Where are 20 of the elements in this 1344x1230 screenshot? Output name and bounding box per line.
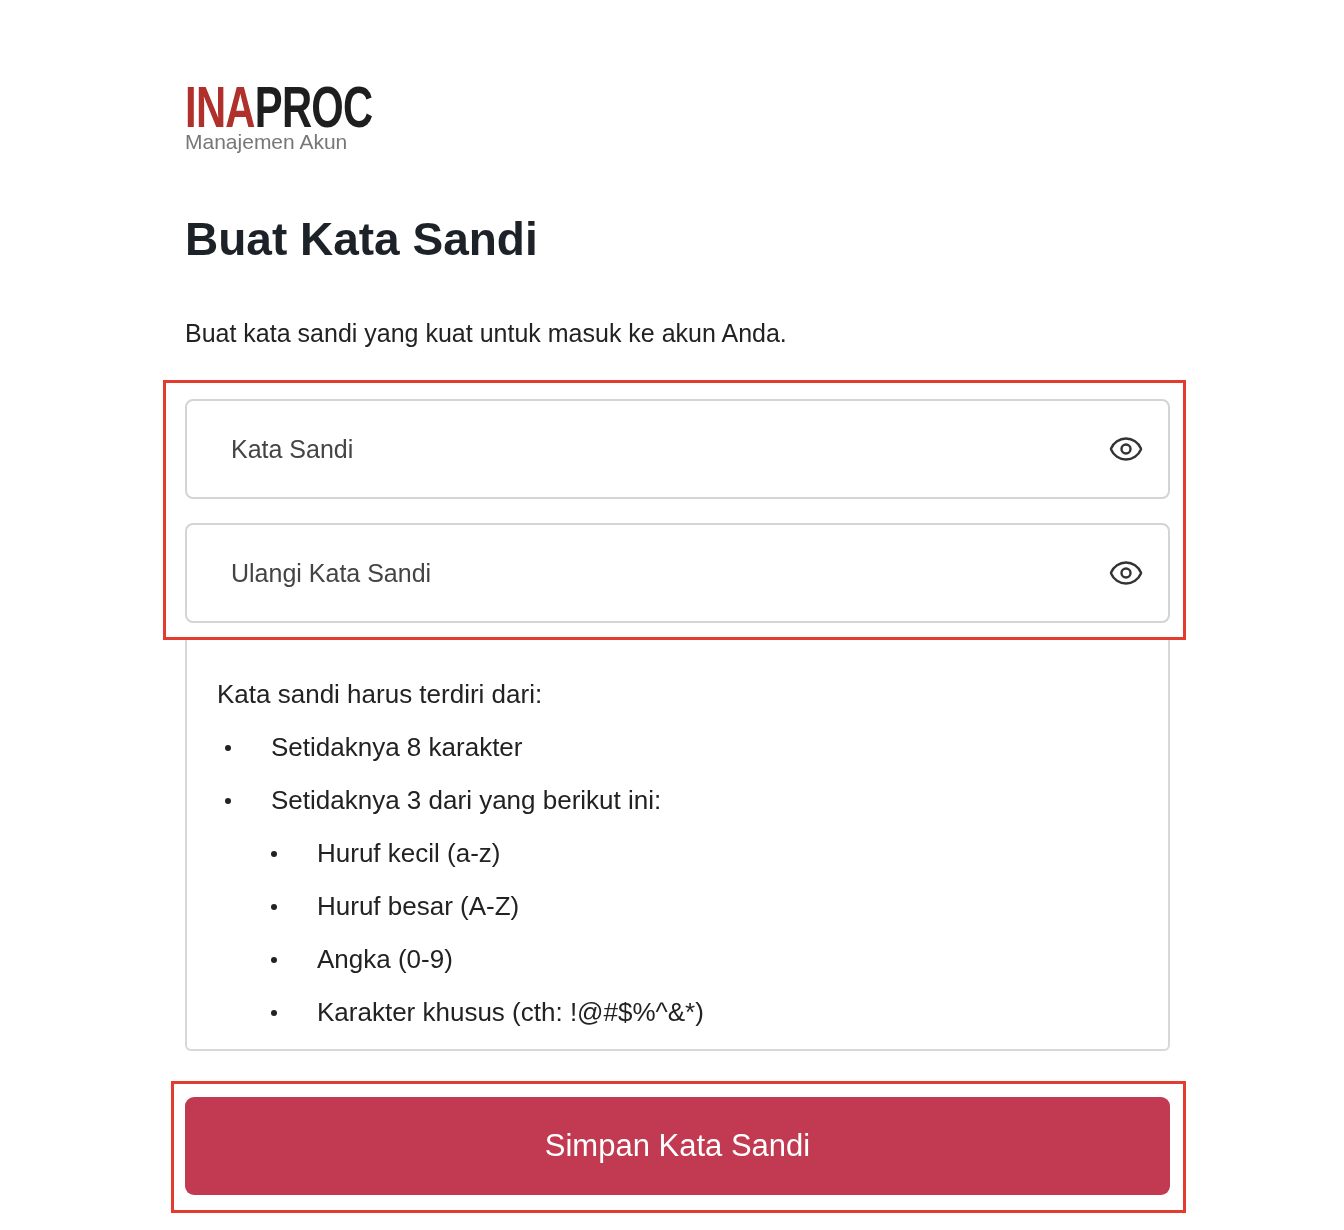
requirement-text: Karakter khusus (cth: !@#$%^&*) — [317, 996, 704, 1029]
bullet-icon — [271, 956, 277, 963]
page-title: Buat Kata Sandi — [185, 212, 539, 266]
requirement-text: Angka (0-9) — [317, 943, 453, 976]
bullet-icon — [225, 744, 231, 751]
requirements-heading: Kata sandi harus terdiri dari: — [217, 678, 543, 711]
bullet-icon — [271, 903, 277, 910]
requirement-text: Setidaknya 8 karakter — [271, 731, 523, 764]
save-password-button[interactable]: Simpan Kata Sandi — [185, 1097, 1170, 1195]
requirement-text: Setidaknya 3 dari yang berikut ini: — [271, 784, 662, 817]
password-field[interactable]: Kata Sandi — [185, 399, 1170, 499]
bullet-icon — [271, 850, 277, 857]
password-field[interactable]: Ulangi Kata Sandi — [185, 523, 1170, 623]
requirement-text: Huruf besar (A-Z) — [317, 890, 520, 923]
password-input[interactable]: Ulangi Kata Sandi — [229, 557, 1108, 589]
password-input[interactable]: Kata Sandi — [229, 433, 1108, 465]
bullet-icon — [271, 1009, 277, 1016]
description-text: Buat kata sandi yang kuat untuk masuk ke akun Anda. — [185, 318, 788, 348]
bullet-icon — [225, 797, 231, 804]
requirement-text: Huruf kecil (a-z) — [317, 837, 501, 870]
